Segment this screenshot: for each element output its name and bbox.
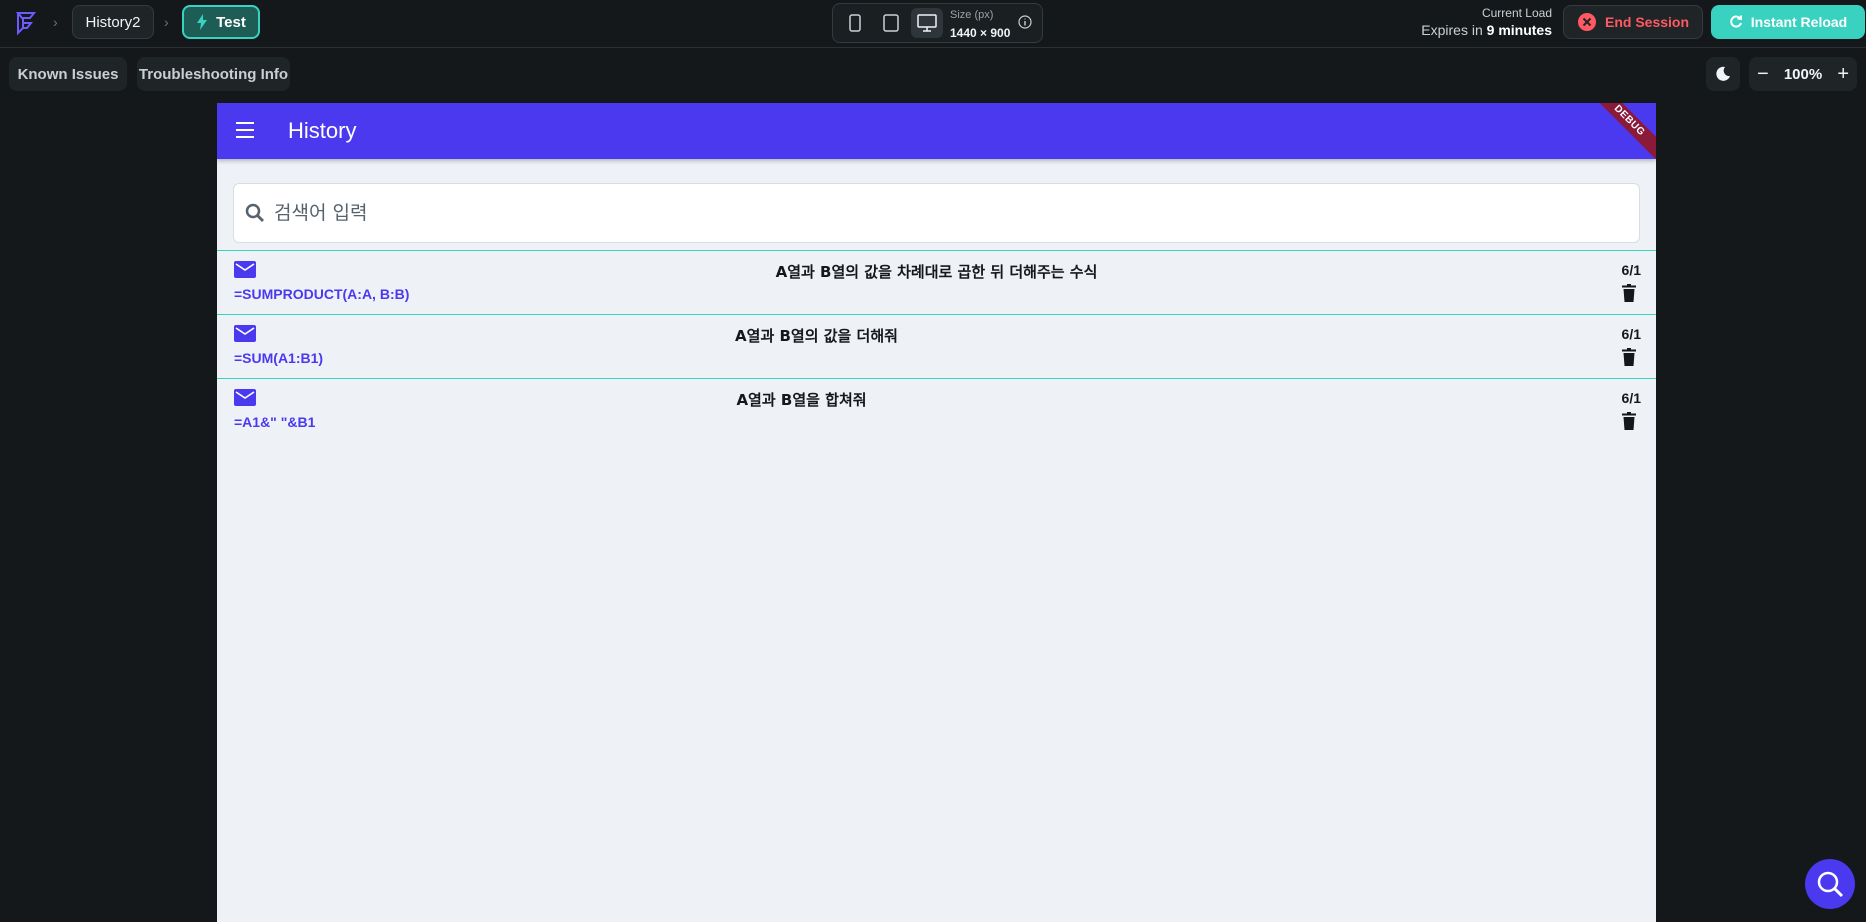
list-item[interactable]: A열과 B열의 값을 차례대로 곱한 뒤 더해주는 수식 =SUMPRODUCT… (217, 250, 1656, 314)
chat-search-icon (1817, 871, 1844, 898)
refresh-icon (1729, 15, 1742, 28)
known-issues-label: Known Issues (17, 65, 119, 83)
end-session-label: End Session (1604, 14, 1690, 30)
instant-reload-button[interactable]: Instant Reload (1711, 5, 1865, 39)
device-size-selector: Size (px) 1440 × 900 (832, 3, 1043, 43)
instant-reload-label: Instant Reload (1750, 14, 1848, 30)
project-name: History2 (85, 13, 141, 31)
current-load-label: Current Load (1481, 6, 1552, 20)
item-date: 6/1 (1621, 326, 1641, 342)
list-item[interactable]: A열과 B열의 값을 더해줘 =SUM(A1:B1) 6/1 (217, 314, 1656, 378)
close-circle-icon (1577, 13, 1596, 31)
phone-icon (849, 14, 861, 32)
trash-icon[interactable] (1622, 348, 1636, 366)
menu-icon[interactable] (235, 120, 255, 140)
list-item[interactable]: A열과 B열을 합쳐줘 =A1&" "&B1 6/1 (217, 378, 1656, 442)
dark-mode-toggle[interactable] (1706, 57, 1740, 91)
trash-icon[interactable] (1622, 284, 1636, 302)
size-value: 1440 × 900 (950, 26, 1011, 40)
search-input[interactable] (274, 198, 1614, 228)
item-formula: =A1&" "&B1 (234, 414, 316, 430)
item-formula: =SUMPRODUCT(A:A, B:B) (234, 286, 410, 302)
item-title: A열과 B열의 값을 더해줘 (735, 327, 898, 345)
chevron-right-icon: › (53, 14, 58, 30)
troubleshooting-info-button[interactable]: Troubleshooting Info (137, 57, 290, 91)
project-name-button[interactable]: History2 (72, 5, 154, 39)
zoom-control: − 100% + (1749, 57, 1857, 91)
tablet-icon (883, 14, 899, 32)
test-label: Test (216, 13, 246, 31)
session-expiry: Expires in 9 minutes (1421, 22, 1552, 38)
zoom-in-button[interactable]: + (1837, 64, 1849, 84)
debug-banner: DEBUG (1584, 103, 1656, 166)
known-issues-button[interactable]: Known Issues (9, 57, 127, 91)
info-icon[interactable] (1018, 15, 1032, 29)
lightning-icon (197, 14, 208, 30)
top-bar: › History2 › Test Size (px) 1440 × 900 C… (0, 0, 1866, 48)
app-bar: History DEBUG (217, 103, 1656, 166)
trash-icon[interactable] (1622, 412, 1636, 430)
desktop-icon (917, 14, 937, 32)
page-title: History (288, 118, 357, 143)
search-box (233, 183, 1640, 243)
support-chat-button[interactable] (1805, 859, 1855, 909)
item-formula: =SUM(A1:B1) (234, 350, 324, 366)
item-title: A열과 B열의 값을 차례대로 곱한 뒤 더해주는 수식 (775, 263, 1098, 281)
item-title: A열과 B열을 합쳐줘 (736, 391, 867, 409)
search-icon (245, 203, 264, 222)
app-preview: History DEBUG A열과 B열의 값을 차례대로 곱한 뒤 더해주는 … (217, 103, 1656, 922)
flutterflow-logo-icon[interactable] (12, 9, 40, 37)
troubleshooting-label: Troubleshooting Info (138, 65, 289, 83)
zoom-out-button[interactable]: − (1757, 64, 1769, 84)
expiry-prefix: Expires in (1421, 22, 1483, 38)
expiry-value: 9 minutes (1486, 22, 1552, 38)
item-date: 6/1 (1621, 262, 1641, 278)
moon-icon (1716, 66, 1730, 81)
size-label: Size (px) (950, 9, 994, 21)
chevron-right-icon: › (164, 14, 169, 30)
history-list: A열과 B열의 값을 차례대로 곱한 뒤 더해주는 수식 =SUMPRODUCT… (217, 250, 1656, 442)
item-date: 6/1 (1621, 390, 1641, 406)
tablet-device-button[interactable] (875, 8, 907, 38)
zoom-level: 100% (1783, 65, 1823, 83)
desktop-device-button[interactable] (911, 8, 943, 38)
end-session-button[interactable]: End Session (1563, 5, 1703, 39)
phone-device-button[interactable] (839, 8, 871, 38)
test-mode-button[interactable]: Test (182, 5, 260, 39)
